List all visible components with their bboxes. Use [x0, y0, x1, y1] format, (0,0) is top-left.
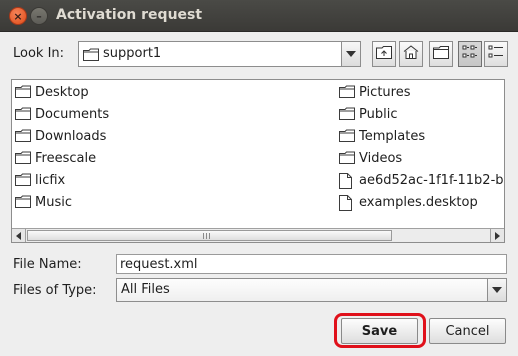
list-item-label: licfix: [35, 172, 66, 188]
details-view-icon: [488, 45, 504, 63]
folder-icon: [339, 151, 355, 165]
list-item[interactable]: examples.desktop: [339, 192, 478, 212]
list-item[interactable]: licfix: [15, 170, 65, 190]
file-icon: [339, 195, 355, 211]
close-icon[interactable]: ×: [9, 7, 27, 25]
scroll-right-icon[interactable]: [490, 229, 504, 242]
list-item-label: Freescale: [35, 150, 97, 166]
file-save-dialog: × – Activation request Look In: support1: [0, 0, 518, 356]
list-item[interactable]: ae6d52ac-1f1f-11b2-b: [339, 170, 504, 190]
list-item[interactable]: Desktop: [15, 82, 89, 102]
folder-up-icon: [376, 45, 392, 63]
list-item[interactable]: Documents: [15, 104, 109, 124]
up-one-level-button[interactable]: [372, 41, 396, 67]
list-item-label: examples.desktop: [359, 194, 478, 210]
new-folder-button[interactable]: [429, 41, 453, 67]
list-item[interactable]: Music: [15, 192, 72, 212]
minimize-icon[interactable]: –: [30, 7, 48, 25]
folder-icon: [15, 173, 31, 187]
home-button[interactable]: [399, 41, 423, 67]
scrollbar-thumb[interactable]: [27, 230, 392, 241]
cancel-button[interactable]: Cancel: [429, 318, 506, 344]
list-item-label: Music: [35, 194, 72, 210]
new-folder-icon: [433, 45, 449, 63]
file-name-label: File Name:: [13, 257, 82, 272]
folder-icon: [83, 48, 99, 61]
list-view-button[interactable]: [458, 41, 482, 67]
look-in-label: Look In:: [13, 46, 64, 61]
folder-icon: [15, 195, 31, 209]
chevron-down-icon[interactable]: [341, 42, 360, 66]
horizontal-scrollbar[interactable]: [12, 228, 504, 242]
file-icon: [339, 173, 355, 189]
list-view-icon: [462, 45, 478, 63]
file-type-combo[interactable]: All Files: [116, 278, 507, 302]
title-bar[interactable]: × – Activation request: [0, 0, 518, 32]
window-title: Activation request: [56, 7, 203, 23]
folder-icon: [15, 107, 31, 121]
file-name-input[interactable]: [116, 254, 507, 274]
folder-icon: [339, 129, 355, 143]
list-item[interactable]: Downloads: [15, 126, 106, 146]
folder-icon: [15, 151, 31, 165]
folder-icon: [15, 129, 31, 143]
folder-icon: [15, 85, 31, 99]
file-type-label: Files of Type:: [13, 283, 97, 298]
look-in-combo[interactable]: support1: [78, 41, 361, 67]
look-in-value: support1: [103, 46, 162, 61]
save-button[interactable]: Save: [341, 318, 418, 344]
look-in-label-text: Look In:: [13, 46, 65, 61]
home-icon: [403, 45, 419, 63]
list-item-label: Videos: [359, 150, 403, 166]
list-item[interactable]: Public: [339, 104, 397, 124]
list-item-label: Pictures: [359, 84, 411, 100]
list-item[interactable]: Pictures: [339, 82, 410, 102]
chevron-down-icon[interactable]: [487, 279, 506, 301]
details-view-button[interactable]: [484, 41, 508, 67]
list-item[interactable]: Freescale: [15, 148, 96, 168]
scroll-left-icon[interactable]: [12, 229, 26, 242]
list-item[interactable]: Templates: [339, 126, 425, 146]
list-item[interactable]: Videos: [339, 148, 402, 168]
file-list[interactable]: Desktop Documents Downloads Freescale licfix…: [11, 79, 505, 243]
list-item-label: Templates: [359, 128, 426, 144]
list-item-label: ae6d52ac-1f1f-11b2-b: [359, 172, 504, 188]
folder-icon: [339, 85, 355, 99]
list-item-label: Downloads: [35, 128, 107, 144]
list-item-label: Public: [359, 106, 398, 122]
file-type-value: All Files: [121, 282, 170, 297]
list-item-label: Desktop: [35, 84, 89, 100]
folder-icon: [339, 107, 355, 121]
list-item-label: Documents: [35, 106, 110, 122]
